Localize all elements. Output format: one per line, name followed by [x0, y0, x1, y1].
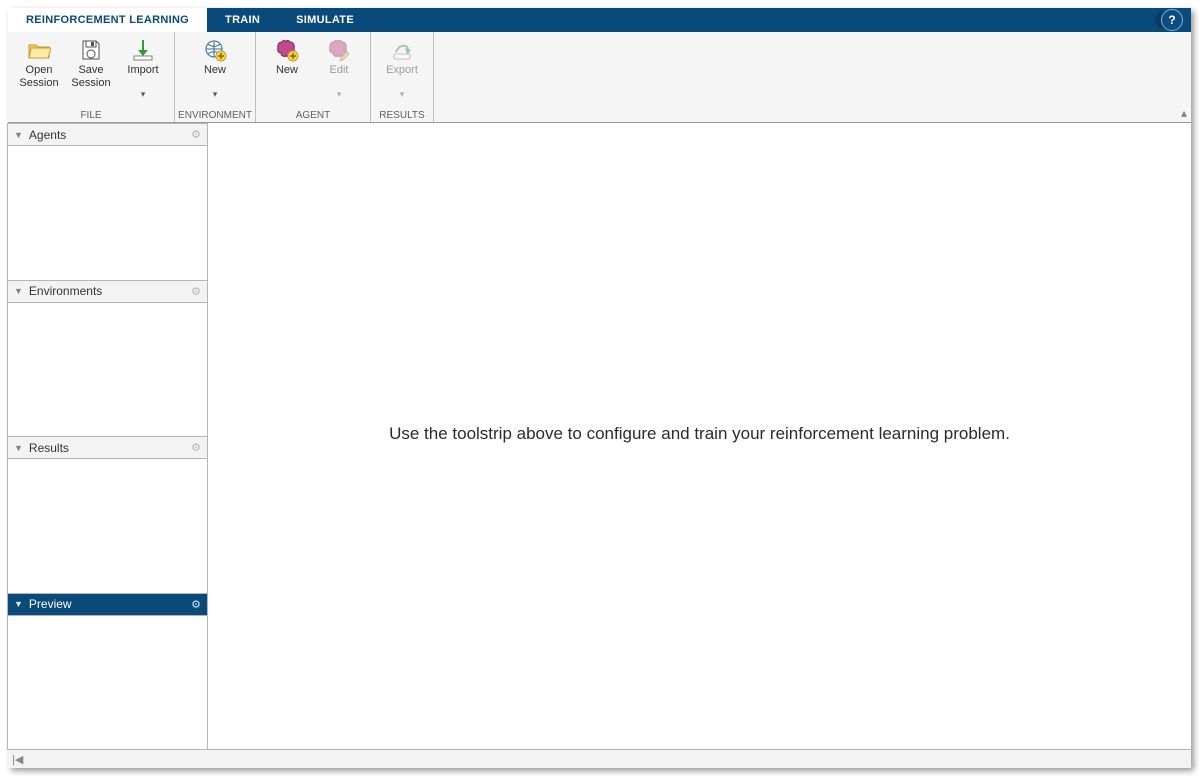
collapse-triangle-icon: ▼: [14, 286, 23, 296]
dropdown-caret-icon: ▾: [337, 90, 342, 98]
panel-agents: ▼ Agents ⚙: [7, 123, 208, 281]
toolstrip-group-environment: New ▾ ENVIRONMENT: [175, 32, 256, 122]
open-session-button[interactable]: Open Session: [14, 36, 64, 92]
panel-header-environments[interactable]: ▼ Environments ⚙: [8, 281, 207, 303]
toolstrip-group-label-agent: AGENT: [256, 109, 370, 122]
tab-reinforcement-learning[interactable]: REINFORCEMENT LEARNING: [8, 8, 207, 32]
dropdown-caret-icon: ▾: [213, 90, 218, 98]
status-bar: |◀: [8, 749, 1191, 768]
tab-train[interactable]: TRAIN: [207, 8, 278, 32]
panel-title-environments: Environments: [29, 284, 102, 298]
import-icon: [131, 38, 155, 62]
export-icon: [390, 38, 414, 62]
tabs-bar: REINFORCEMENT LEARNING TRAIN SIMULATE ?: [8, 8, 1191, 32]
toolstrip-group-label-file: FILE: [8, 109, 174, 122]
save-icon: [79, 38, 103, 62]
collapse-triangle-icon: ▼: [14, 130, 23, 140]
panel-results: ▼ Results ⚙: [7, 436, 208, 594]
import-button[interactable]: Import ▾: [118, 36, 168, 100]
panel-title-agents: Agents: [29, 128, 66, 142]
panel-body-results[interactable]: [8, 459, 207, 593]
new-environment-button[interactable]: New ▾: [185, 36, 245, 100]
save-session-button[interactable]: Save Session: [66, 36, 116, 92]
brain-edit-icon: [327, 38, 351, 62]
main-hint-text: Use the toolstrip above to configure and…: [208, 424, 1191, 444]
export-results-button: Export ▾: [377, 36, 427, 100]
folder-open-icon: [27, 38, 51, 62]
toolstrip-group-label-results: RESULTS: [371, 109, 433, 122]
collapse-triangle-icon: ▼: [14, 443, 23, 453]
panel-title-results: Results: [29, 441, 69, 455]
brain-plus-icon: [275, 38, 299, 62]
panel-body-environments[interactable]: [8, 303, 207, 437]
toolstrip-group-label-environment: ENVIRONMENT: [175, 109, 255, 122]
sidebar: ▼ Agents ⚙ ▼ Environments ⚙ ▼ Results: [8, 123, 208, 749]
toolstrip-group-results: Export ▾ RESULTS: [371, 32, 434, 122]
panel-body-preview[interactable]: [8, 616, 207, 750]
workspace: ▼ Agents ⚙ ▼ Environments ⚙ ▼ Results: [8, 123, 1191, 749]
status-bar-prev-icon[interactable]: |◀: [12, 753, 23, 766]
edit-agent-button: Edit ▾: [314, 36, 364, 100]
toolstrip: Open Session Save Session Import ▾ FILE: [8, 32, 1191, 123]
panel-options-icon[interactable]: ⚙: [191, 441, 201, 454]
dropdown-caret-icon: ▾: [141, 90, 146, 98]
panel-header-preview[interactable]: ▼ Preview ⚙: [8, 594, 207, 616]
panel-body-agents[interactable]: [8, 146, 207, 280]
panel-header-results[interactable]: ▼ Results ⚙: [8, 437, 207, 459]
tab-simulate[interactable]: SIMULATE: [278, 8, 372, 32]
collapse-triangle-icon: ▼: [14, 599, 23, 609]
toolstrip-collapse-button[interactable]: ▴: [1181, 106, 1187, 120]
panel-options-icon[interactable]: ⚙: [191, 285, 201, 298]
panel-header-agents[interactable]: ▼ Agents ⚙: [8, 124, 207, 146]
main-view: Use the toolstrip above to configure and…: [208, 123, 1191, 749]
new-agent-button[interactable]: New: [262, 36, 312, 92]
app-window: REINFORCEMENT LEARNING TRAIN SIMULATE ? …: [8, 8, 1191, 768]
toolstrip-group-file: Open Session Save Session Import ▾ FILE: [8, 32, 175, 122]
toolstrip-group-agent: New Edit ▾ AGENT: [256, 32, 371, 122]
dropdown-caret-icon: ▾: [400, 90, 405, 98]
globe-plus-icon: [203, 38, 227, 62]
help-button[interactable]: ?: [1157, 10, 1187, 30]
panel-options-icon[interactable]: ⚙: [191, 598, 201, 611]
panel-title-preview: Preview: [29, 597, 72, 611]
panel-options-icon[interactable]: ⚙: [191, 128, 201, 141]
help-icon: ?: [1161, 9, 1183, 31]
panel-preview: ▼ Preview ⚙: [7, 593, 208, 751]
panel-environments: ▼ Environments ⚙: [7, 280, 208, 438]
